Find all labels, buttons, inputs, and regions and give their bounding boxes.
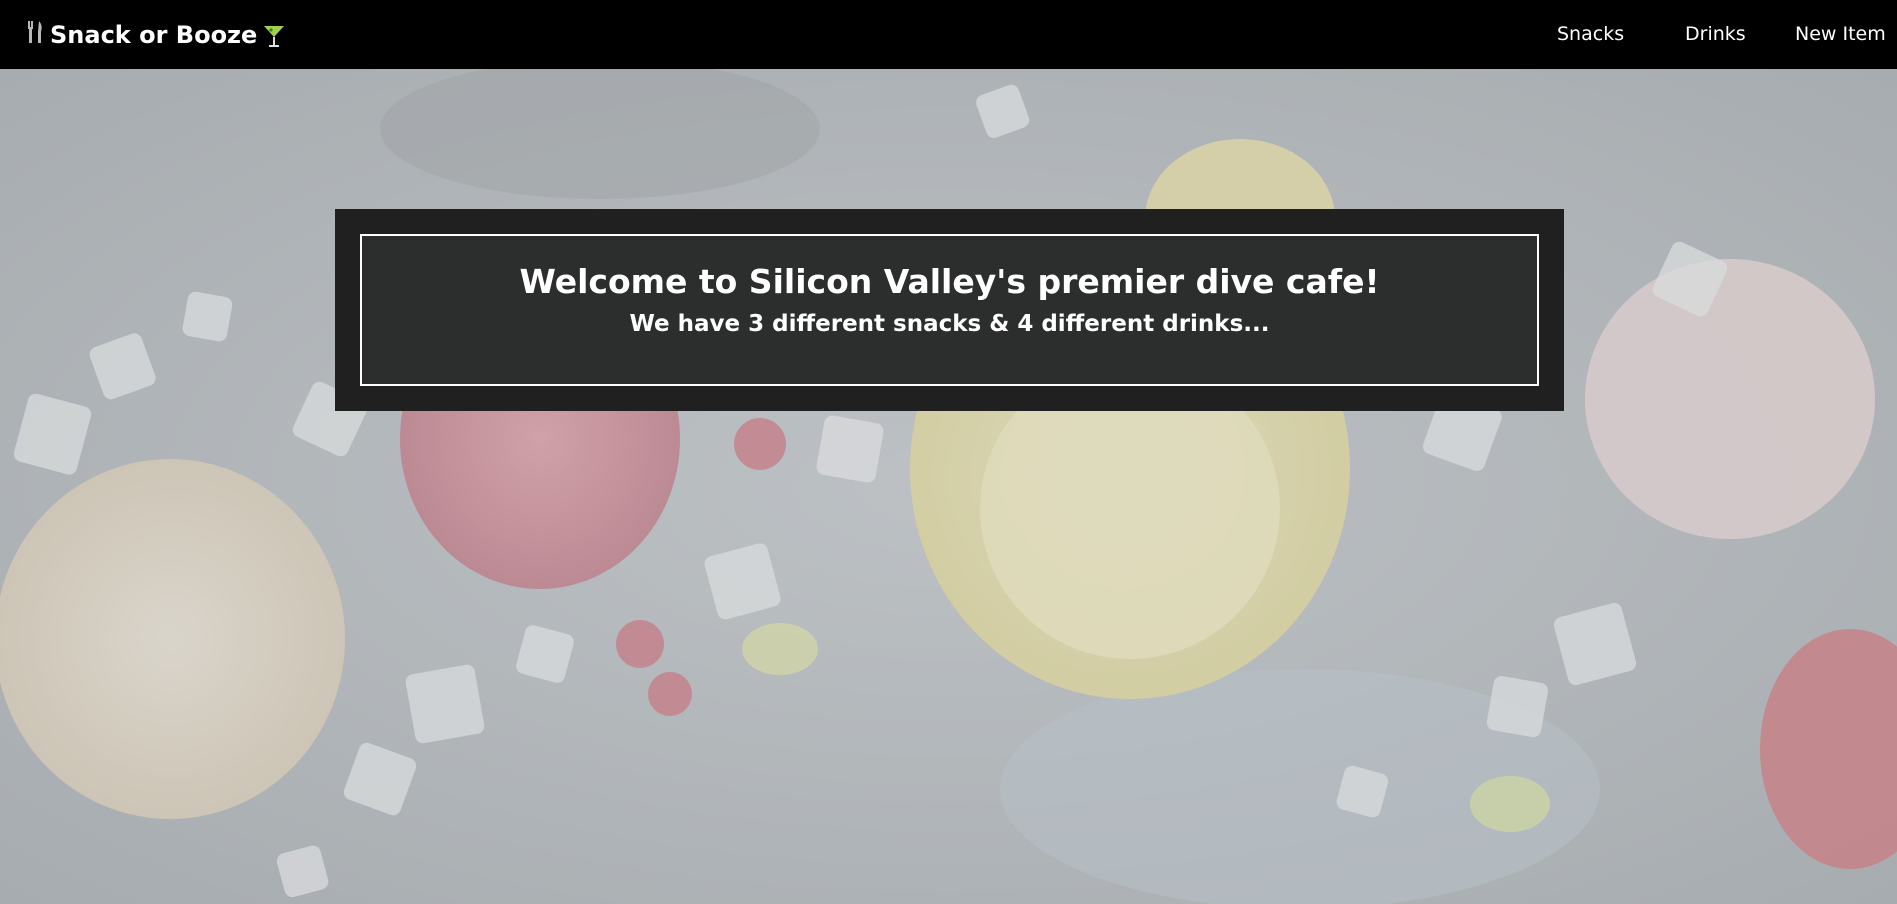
nav-link-drinks[interactable]: Drinks [1685, 23, 1746, 45]
brand-link[interactable]: Snack or Booze [26, 0, 285, 69]
welcome-subtitle: We have 3 different snacks & 4 different… [629, 311, 1270, 337]
hero-background-image [0, 69, 1897, 904]
nav-link-snacks[interactable]: Snacks [1557, 23, 1624, 45]
welcome-card-inner: Welcome to Silicon Valley's premier dive… [360, 234, 1539, 386]
top-navbar: Snack or Booze Snacks Drinks New Item [0, 0, 1897, 69]
welcome-title: Welcome to Silicon Valley's premier dive… [519, 262, 1380, 301]
hero-overlay [0, 69, 1897, 904]
welcome-card: Welcome to Silicon Valley's premier dive… [335, 209, 1564, 411]
fork-knife-icon [26, 20, 46, 50]
nav-link-new-item[interactable]: New Item [1795, 23, 1886, 45]
brand-name: Snack or Booze [50, 20, 258, 49]
cocktail-glass-icon [263, 24, 285, 47]
